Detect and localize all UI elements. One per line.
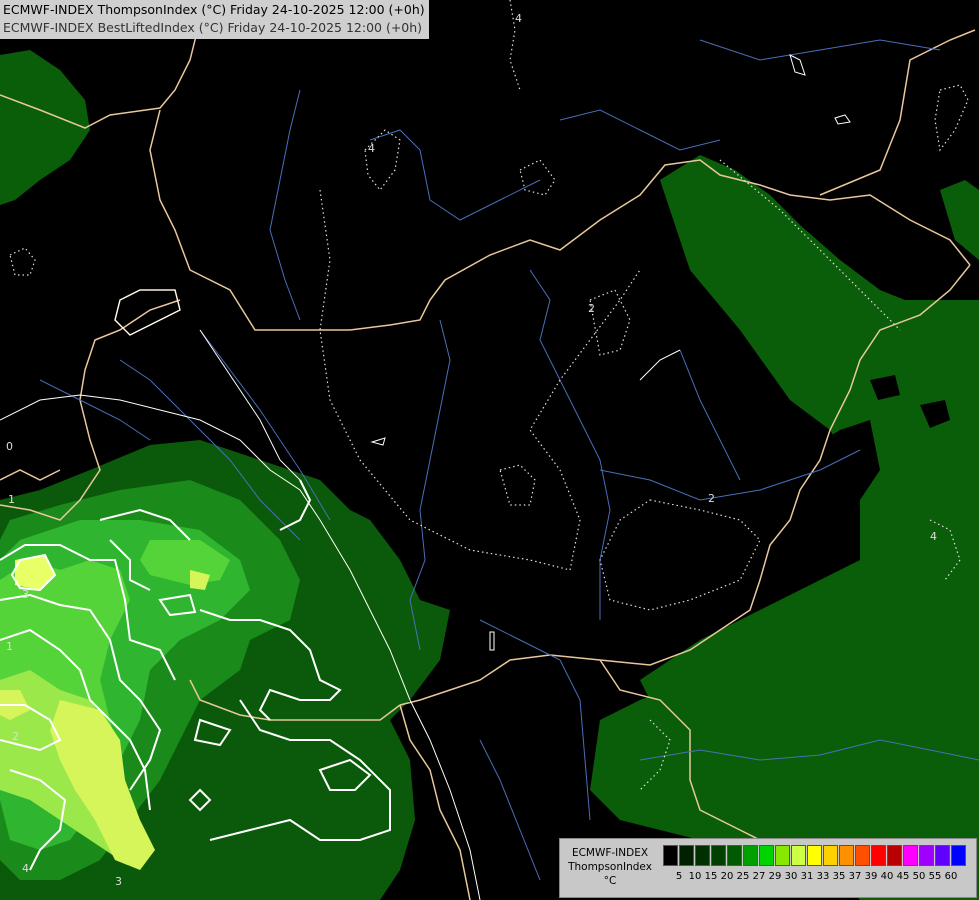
legend-swatch — [775, 845, 790, 866]
title-line-thompson: ECMWF-INDEX ThompsonIndex (°C) Friday 24… — [3, 2, 425, 17]
legend-swatch — [951, 845, 966, 866]
legend-swatch — [791, 845, 806, 866]
legend-swatch — [727, 845, 742, 866]
contour-label: 3 — [115, 875, 122, 888]
legend-tick: 37 — [848, 871, 862, 882]
contour-label: 4 — [515, 12, 522, 25]
contour-label: 1 — [8, 493, 15, 506]
legend-swatch — [663, 845, 678, 866]
legend-swatch — [711, 845, 726, 866]
legend-swatch — [871, 845, 886, 866]
contour-label: 2 — [588, 302, 595, 315]
legend-swatch — [743, 845, 758, 866]
contour-label: 3 — [22, 588, 29, 601]
legend-model: ECMWF-INDEX — [571, 847, 649, 859]
legend-tick: 5 — [675, 871, 683, 882]
contour-label: 4 — [368, 142, 375, 155]
legend-variable: ThompsonIndex — [568, 861, 652, 873]
legend-tick: 10 — [688, 871, 702, 882]
legend-tick: 29 — [768, 871, 782, 882]
legend-swatch — [919, 845, 934, 866]
legend-tick: 50 — [912, 871, 926, 882]
legend-swatch — [679, 845, 694, 866]
contour-label: 1 — [6, 640, 13, 653]
color-legend: ECMWF-INDEX ThompsonIndex °C 5 10 15 20 25 27… — [559, 838, 977, 898]
map-title: ECMWF-INDEX ThompsonIndex (°C) Friday 24… — [0, 0, 429, 39]
contour-label: 2 — [12, 730, 19, 743]
legend-tick: 60 — [944, 871, 958, 882]
legend-swatches — [663, 845, 967, 866]
weather-map: 4 4 2 2 4 0 1 3 1 2 4 3 — [0, 0, 979, 900]
legend-tick: 35 — [832, 871, 846, 882]
legend-tick: 30 — [784, 871, 798, 882]
legend-label: ECMWF-INDEX ThompsonIndex °C — [560, 846, 660, 888]
legend-tick: 40 — [880, 871, 894, 882]
legend-swatch — [807, 845, 822, 866]
contour-label: 4 — [22, 862, 29, 875]
legend-tick: 20 — [720, 871, 734, 882]
legend-swatch — [839, 845, 854, 866]
legend-swatch — [855, 845, 870, 866]
legend-tick: 27 — [752, 871, 766, 882]
legend-tick: 33 — [816, 871, 830, 882]
legend-tick: 31 — [800, 871, 814, 882]
legend-tick: 15 — [704, 871, 718, 882]
legend-swatch — [887, 845, 902, 866]
legend-unit: °C — [603, 875, 617, 887]
legend-tick: 45 — [896, 871, 910, 882]
contour-label: 4 — [930, 530, 937, 543]
legend-ticks: 5 10 15 20 25 27 29 30 31 33 35 37 39 40 45 50 55 60 — [671, 871, 959, 882]
legend-tick: 25 — [736, 871, 750, 882]
contour-label: 2 — [708, 492, 715, 505]
legend-swatch — [823, 845, 838, 866]
contour-label: 0 — [6, 440, 13, 453]
legend-tick: 55 — [928, 871, 942, 882]
legend-swatch — [935, 845, 950, 866]
legend-tick: 39 — [864, 871, 878, 882]
legend-swatch — [903, 845, 918, 866]
legend-swatch — [695, 845, 710, 866]
legend-swatch — [759, 845, 774, 866]
title-line-bestlifted: ECMWF-INDEX BestLiftedIndex (°C) Friday … — [3, 20, 423, 35]
